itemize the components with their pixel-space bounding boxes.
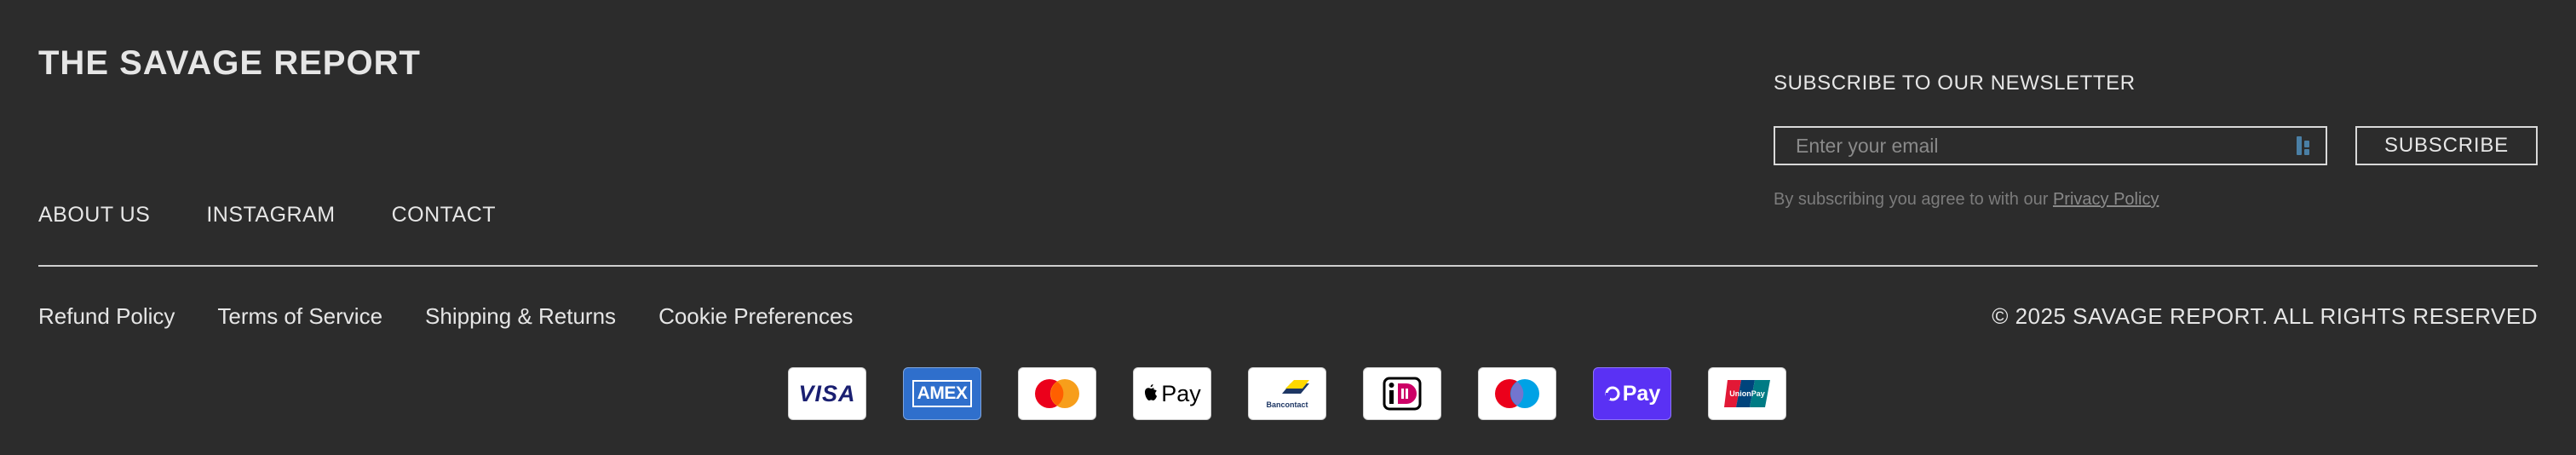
nav-link-about-us[interactable]: ABOUT US <box>38 203 150 228</box>
brand-logo-text[interactable]: THE SAVAGE REPORT <box>38 44 421 83</box>
maestro-icon <box>1478 367 1556 420</box>
apple-pay-icon: Pay <box>1133 367 1211 420</box>
terms-of-service-link[interactable]: Terms of Service <box>217 303 382 330</box>
payment-icons: VISA AMEX Pay Bancontact Pay UnionPay <box>788 367 1786 420</box>
password-manager-icon[interactable] <box>2295 133 2315 158</box>
nav-link-instagram[interactable]: INSTAGRAM <box>206 203 335 228</box>
amex-icon: AMEX <box>903 367 981 420</box>
cookie-preferences-link[interactable]: Cookie Preferences <box>658 303 853 330</box>
unionpay-icon: UnionPay <box>1708 367 1786 420</box>
subscribe-button[interactable]: SUBSCRIBE <box>2355 126 2538 165</box>
ideal-icon <box>1363 367 1441 420</box>
svg-text:UnionPay: UnionPay <box>1729 389 1765 398</box>
refund-policy-link[interactable]: Refund Policy <box>38 303 175 330</box>
privacy-policy-link[interactable]: Privacy Policy <box>2053 190 2159 209</box>
mastercard-icon <box>1018 367 1096 420</box>
bancontact-icon: Bancontact <box>1248 367 1326 420</box>
footer-nav: ABOUT US INSTAGRAM CONTACT <box>38 203 496 228</box>
subscribe-consent-text: By subscribing you agree to with our Pri… <box>1774 190 2159 210</box>
email-input[interactable] <box>1775 133 2295 158</box>
footer-divider <box>38 265 2538 267</box>
legal-links: Refund Policy Terms of Service Shipping … <box>38 303 853 330</box>
shop-pay-icon: Pay <box>1593 367 1671 420</box>
email-field-wrapper <box>1774 126 2327 165</box>
consent-text: By subscribing you agree to with our <box>1774 190 2049 209</box>
visa-icon: VISA <box>788 367 866 420</box>
nav-link-contact[interactable]: CONTACT <box>392 203 496 228</box>
shipping-returns-link[interactable]: Shipping & Returns <box>425 303 616 330</box>
newsletter-title: SUBSCRIBE TO OUR NEWSLETTER <box>1774 72 2136 95</box>
copyright-text: © 2025 SAVAGE REPORT. ALL RIGHTS RESERVE… <box>1992 303 2538 329</box>
